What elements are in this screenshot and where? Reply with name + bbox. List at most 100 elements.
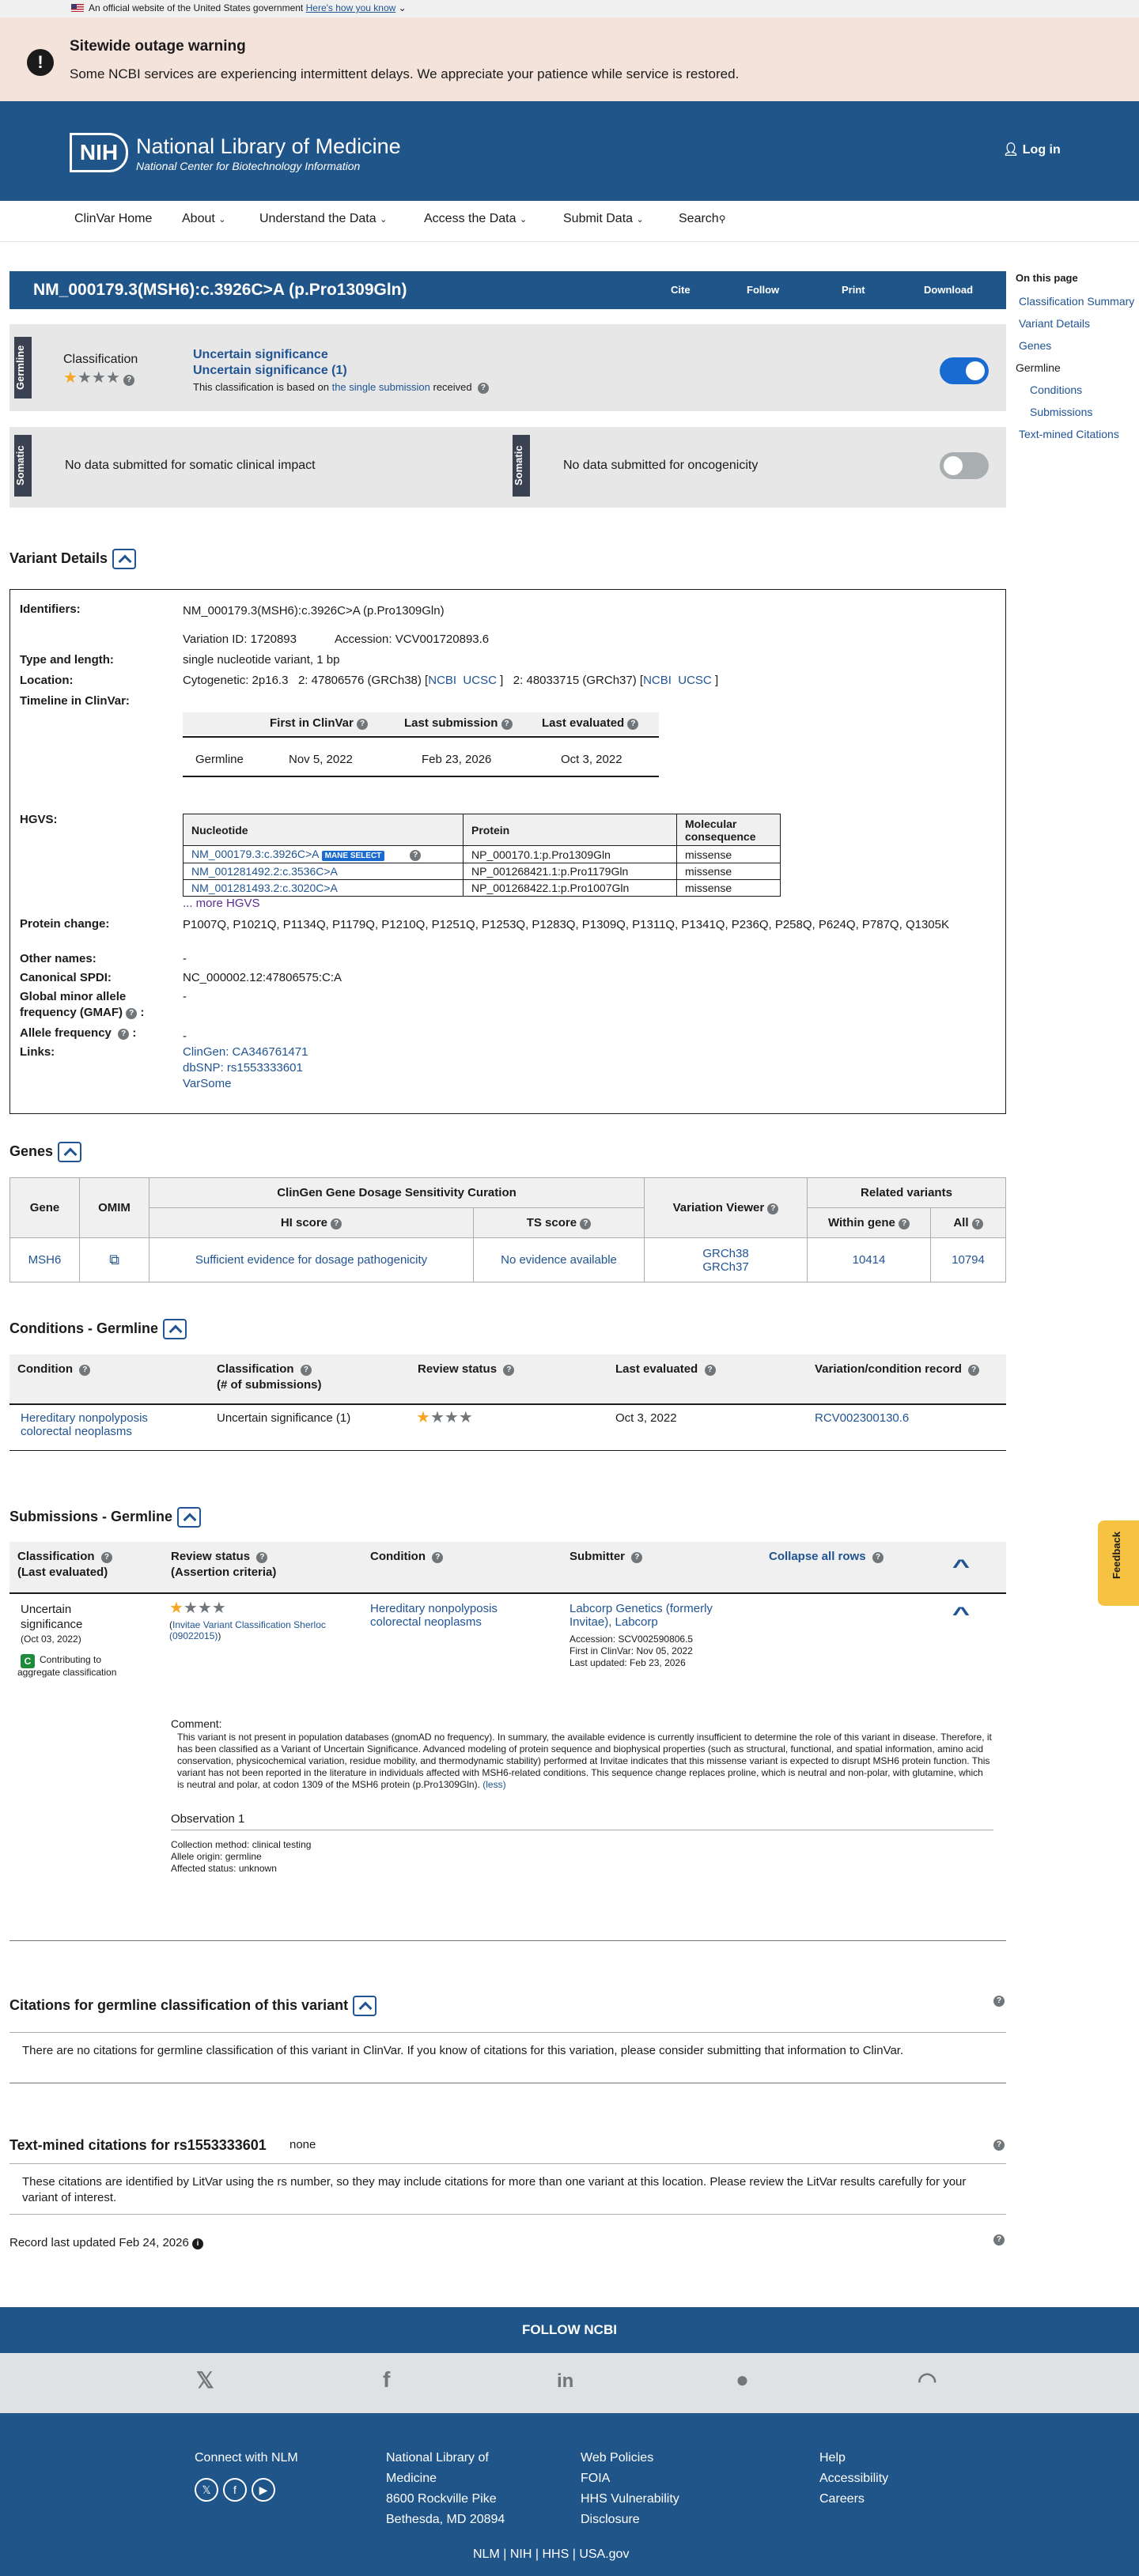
help-link[interactable]: Help [819, 2448, 888, 2468]
collapse-toggle-icon[interactable] [112, 549, 137, 569]
ucsc-link-37[interactable]: UCSC [678, 674, 712, 687]
less-link[interactable]: (less) [482, 1779, 505, 1790]
collapse-toggle-icon[interactable] [353, 1996, 377, 2016]
nav-submit[interactable]: Submit Data ⌄ [563, 212, 644, 226]
grch38-link[interactable]: GRCh38 [649, 1247, 802, 1260]
ncbi-link-37[interactable]: NCBI [643, 674, 672, 687]
nav-search[interactable]: Search⚲ [679, 212, 726, 226]
chevron-up-icon[interactable]: ^ [952, 1603, 970, 1626]
help-icon[interactable]: ? [631, 1552, 643, 1563]
help-icon[interactable]: ? [331, 1218, 342, 1229]
submission-condition-link[interactable]: Hereditary nonpolyposis colorectal neopl… [370, 1602, 536, 1629]
cite-button[interactable]: Cite [671, 284, 691, 296]
feedback-button[interactable]: Feedback [1098, 1520, 1139, 1606]
help-icon[interactable]: ? [477, 383, 489, 394]
help-icon[interactable]: ? [627, 719, 639, 730]
help-icon[interactable]: ? [357, 719, 369, 730]
nlm-title[interactable]: National Library of Medicine [136, 134, 401, 159]
more-hgvs-link[interactable]: ... more HGVS [183, 897, 260, 910]
otp-variant-details[interactable]: Variant Details [1019, 317, 1139, 330]
facebook-icon[interactable]: f [383, 2367, 390, 2393]
disclosure-link[interactable]: Disclosure [581, 2510, 679, 2530]
follow-button[interactable]: Follow [747, 284, 779, 296]
condition-link[interactable]: Hereditary nonpolyposis colorectal neopl… [21, 1411, 179, 1438]
germline-toggle[interactable] [940, 357, 989, 384]
help-icon[interactable]: ? [123, 375, 135, 386]
external-link-icon[interactable]: ⧉ [79, 1237, 149, 1282]
varsome-link[interactable]: VarSome [183, 1077, 231, 1090]
accessibility-link[interactable]: Accessibility [819, 2468, 888, 2489]
download-button[interactable]: Download [924, 284, 973, 296]
collapse-toggle-icon[interactable] [58, 1142, 82, 1162]
help-icon[interactable]: ? [300, 1365, 312, 1376]
x-twitter-icon[interactable]: 𝕏 [195, 2478, 218, 2502]
print-button[interactable]: Print [842, 284, 865, 296]
chevron-up-icon[interactable]: ^ [952, 1556, 970, 1578]
help-icon[interactable]: ? [872, 1552, 884, 1563]
help-icon[interactable]: ? [503, 1365, 515, 1376]
help-icon[interactable]: ? [501, 719, 513, 730]
criteria-link[interactable]: Invitae Variant Classification Sherloc (… [169, 1619, 326, 1641]
gene-msh6-link[interactable]: MSH6 [9, 1237, 80, 1282]
nlm-link[interactable]: NLM [473, 2548, 500, 2561]
collapse-all-rows[interactable]: Collapse all rows ? [769, 1550, 884, 1563]
rcv-record-link[interactable]: RCV002300130.6 [815, 1411, 909, 1425]
hgvs-nucleotide-link[interactable]: NM_001281492.2:c.3536C>A [191, 865, 338, 878]
facebook-icon[interactable]: f [223, 2478, 247, 2502]
otp-conditions[interactable]: Conditions [1030, 383, 1139, 396]
somatic-toggle[interactable] [940, 452, 989, 479]
foia-link[interactable]: FOIA [581, 2468, 679, 2489]
help-icon[interactable]: ? [993, 1996, 1005, 2007]
help-icon[interactable]: ? [100, 1552, 112, 1563]
help-icon[interactable]: ? [580, 1218, 592, 1229]
collapse-toggle-icon[interactable] [163, 1319, 187, 1339]
hhs-vulnerability-link[interactable]: HHS Vulnerability [581, 2489, 679, 2510]
nav-clinvar-home[interactable]: ClinVar Home [74, 212, 152, 226]
linkedin-icon[interactable]: in [557, 2370, 573, 2393]
hhs-link[interactable]: HHS [542, 2548, 569, 2561]
help-icon[interactable]: ? [432, 1552, 444, 1563]
clingen-link[interactable]: ClinGen: CA346761471 [183, 1045, 308, 1059]
help-icon[interactable]: ? [126, 1008, 138, 1019]
help-icon[interactable]: ? [993, 2234, 1005, 2246]
collapse-toggle-icon[interactable] [177, 1507, 202, 1528]
nav-about[interactable]: About ⌄ [182, 212, 225, 226]
info-icon[interactable]: i [192, 2238, 203, 2249]
rss-icon[interactable]: ◠ [918, 2367, 937, 2393]
otp-submissions[interactable]: Submissions [1030, 406, 1139, 418]
help-icon[interactable]: ? [410, 850, 422, 861]
help-icon[interactable]: ? [256, 1552, 268, 1563]
nih-link[interactable]: NIH [510, 2548, 532, 2561]
web-policies-link[interactable]: Web Policies [581, 2448, 679, 2468]
youtube-icon[interactable]: ▶ [252, 2478, 275, 2502]
help-icon[interactable]: ? [971, 1218, 983, 1229]
ncbi-link-38[interactable]: NCBI [428, 674, 456, 687]
x-twitter-icon[interactable]: 𝕏 [196, 2367, 214, 2393]
help-icon[interactable]: ? [899, 1218, 910, 1229]
help-icon[interactable]: ? [704, 1365, 716, 1376]
all-variants-link[interactable]: 10794 [930, 1237, 1006, 1282]
otp-text-mined[interactable]: Text-mined Citations [1019, 428, 1139, 440]
submitter-link[interactable]: Labcorp Genetics (formerly Invitae), Lab… [570, 1602, 751, 1629]
nih-logo[interactable]: NIH [70, 133, 128, 172]
help-icon[interactable]: ? [968, 1365, 980, 1376]
help-icon[interactable]: ? [767, 1203, 779, 1214]
within-gene-link[interactable]: 10414 [807, 1237, 931, 1282]
nav-understand[interactable]: Understand the Data ⌄ [259, 212, 387, 226]
single-submission-link[interactable]: the single submission [332, 381, 430, 393]
otp-genes[interactable]: Genes [1019, 339, 1139, 352]
classification-value[interactable]: Uncertain significance [193, 348, 328, 362]
nav-access[interactable]: Access the Data ⌄ [424, 212, 527, 226]
ts-score-link[interactable]: No evidence available [473, 1237, 645, 1282]
grch37-link[interactable]: GRCh37 [649, 1260, 802, 1274]
hgvs-nucleotide-link[interactable]: NM_001281493.2:c.3020C>A [191, 882, 338, 894]
careers-link[interactable]: Careers [819, 2489, 888, 2510]
ucsc-link-38[interactable]: UCSC [463, 674, 497, 687]
otp-classification-summary[interactable]: Classification Summary [1019, 295, 1139, 308]
help-icon[interactable]: ? [118, 1029, 130, 1040]
help-icon[interactable]: ? [79, 1365, 91, 1376]
usagov-link[interactable]: USA.gov [579, 2548, 629, 2561]
hgvs-nucleotide-link[interactable]: NM_000179.3:c.3926C>A [191, 848, 319, 860]
github-icon[interactable]: ● [736, 2367, 749, 2393]
classification-count[interactable]: Uncertain significance (1) [193, 364, 347, 378]
